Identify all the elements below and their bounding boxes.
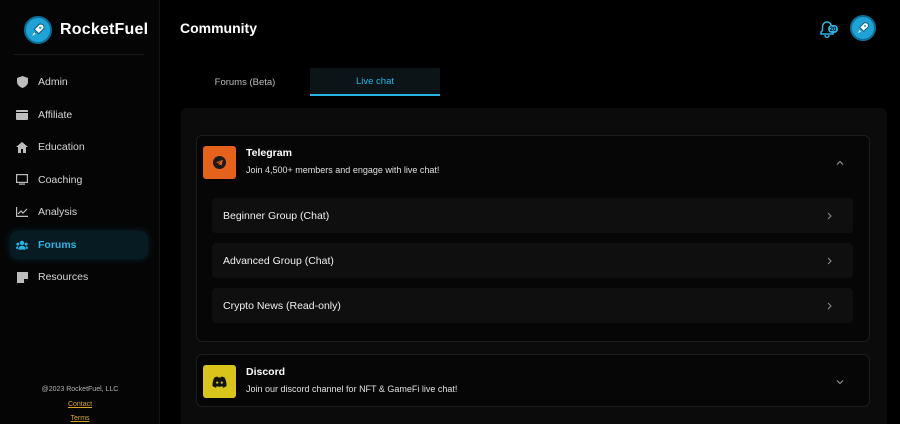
bell-icon[interactable]: 20: [818, 20, 838, 39]
svg-text:20: 20: [830, 27, 837, 33]
sidebar-item-label: Resources: [38, 271, 89, 283]
chevron-right-icon: [827, 257, 832, 265]
house-icon: [16, 141, 28, 153]
sidebar-item-forums[interactable]: Forums: [10, 230, 148, 259]
sidebar-item-label: Admin: [38, 76, 68, 88]
page-title: Community: [180, 20, 257, 36]
sidebar-item-label: Forums: [38, 238, 77, 251]
telegram-icon: [203, 146, 236, 179]
sidebar-item-education[interactable]: Education: [10, 133, 148, 161]
chart-line-icon: [16, 206, 28, 218]
tab-forums[interactable]: Forums (Beta): [180, 68, 310, 96]
sidebar-item-analysis[interactable]: Analysis: [10, 198, 148, 226]
sidebar-item-resources[interactable]: Resources: [10, 263, 148, 291]
terms-link[interactable]: Terms: [0, 412, 160, 424]
rocket-logo-icon: [24, 16, 52, 44]
rocket-avatar-icon: [857, 22, 869, 34]
tab-live-chat[interactable]: Live chat: [310, 68, 440, 96]
sidebar-item-label: Education: [38, 141, 85, 153]
users-icon: [16, 239, 28, 251]
chevron-right-icon: [827, 302, 832, 310]
note-icon: [16, 271, 28, 283]
brand[interactable]: RocketFuel: [24, 16, 148, 44]
avatar[interactable]: [850, 15, 876, 41]
discord-title: Discord: [246, 366, 286, 378]
sidebar-nav: Admin Affiliate Education Coaching Analy…: [10, 68, 148, 296]
list-item-beginner-group[interactable]: Beginner Group (Chat): [212, 198, 853, 233]
tab-bar: Forums (Beta) Live chat: [180, 68, 440, 96]
discord-icon: [203, 365, 236, 398]
chevron-down-icon: [836, 380, 844, 385]
telegram-title: Telegram: [246, 147, 292, 159]
discord-description: Join our discord channel for NFT & GameF…: [246, 384, 458, 394]
brand-name: RocketFuel: [60, 21, 149, 38]
divider: [14, 54, 144, 55]
sidebar-item-label: Affiliate: [38, 108, 73, 121]
telegram-description: Join 4,500+ members and engage with live…: [246, 165, 440, 175]
group-label: Crypto News (Read-only): [223, 299, 341, 312]
list-item-advanced-group[interactable]: Advanced Group (Chat): [212, 243, 853, 278]
shield-icon: [16, 76, 28, 88]
sidebar: RocketFuel Admin Affiliate Education Coa…: [0, 0, 160, 424]
chevron-right-icon: [827, 212, 832, 220]
sidebar-item-label: Analysis: [38, 206, 78, 218]
sidebar-item-admin[interactable]: Admin: [10, 68, 148, 96]
telegram-card-header[interactable]: Telegram Join 4,500+ members and engage …: [203, 146, 869, 180]
group-label: Advanced Group (Chat): [223, 254, 334, 267]
list-item-crypto-news[interactable]: Crypto News (Read-only): [212, 288, 853, 323]
contact-link[interactable]: Contact: [0, 398, 160, 412]
discord-card: Discord Join our discord channel for NFT…: [196, 354, 870, 407]
monitor-icon: [16, 174, 28, 186]
sidebar-item-label: Coaching: [38, 173, 83, 186]
sidebar-item-affiliate[interactable]: Affiliate: [10, 101, 148, 129]
wallet-icon: [16, 109, 28, 121]
chevron-up-icon: [836, 160, 844, 165]
sidebar-item-coaching[interactable]: Coaching: [10, 166, 148, 194]
group-label: Beginner Group (Chat): [223, 209, 330, 222]
copyright-text: @2023 RocketFuel, LLC: [41, 386, 119, 393]
discord-card-header[interactable]: Discord Join our discord channel for NFT…: [203, 365, 869, 399]
sidebar-footer: @2023 RocketFuel, LLC Contact Terms: [0, 386, 160, 424]
